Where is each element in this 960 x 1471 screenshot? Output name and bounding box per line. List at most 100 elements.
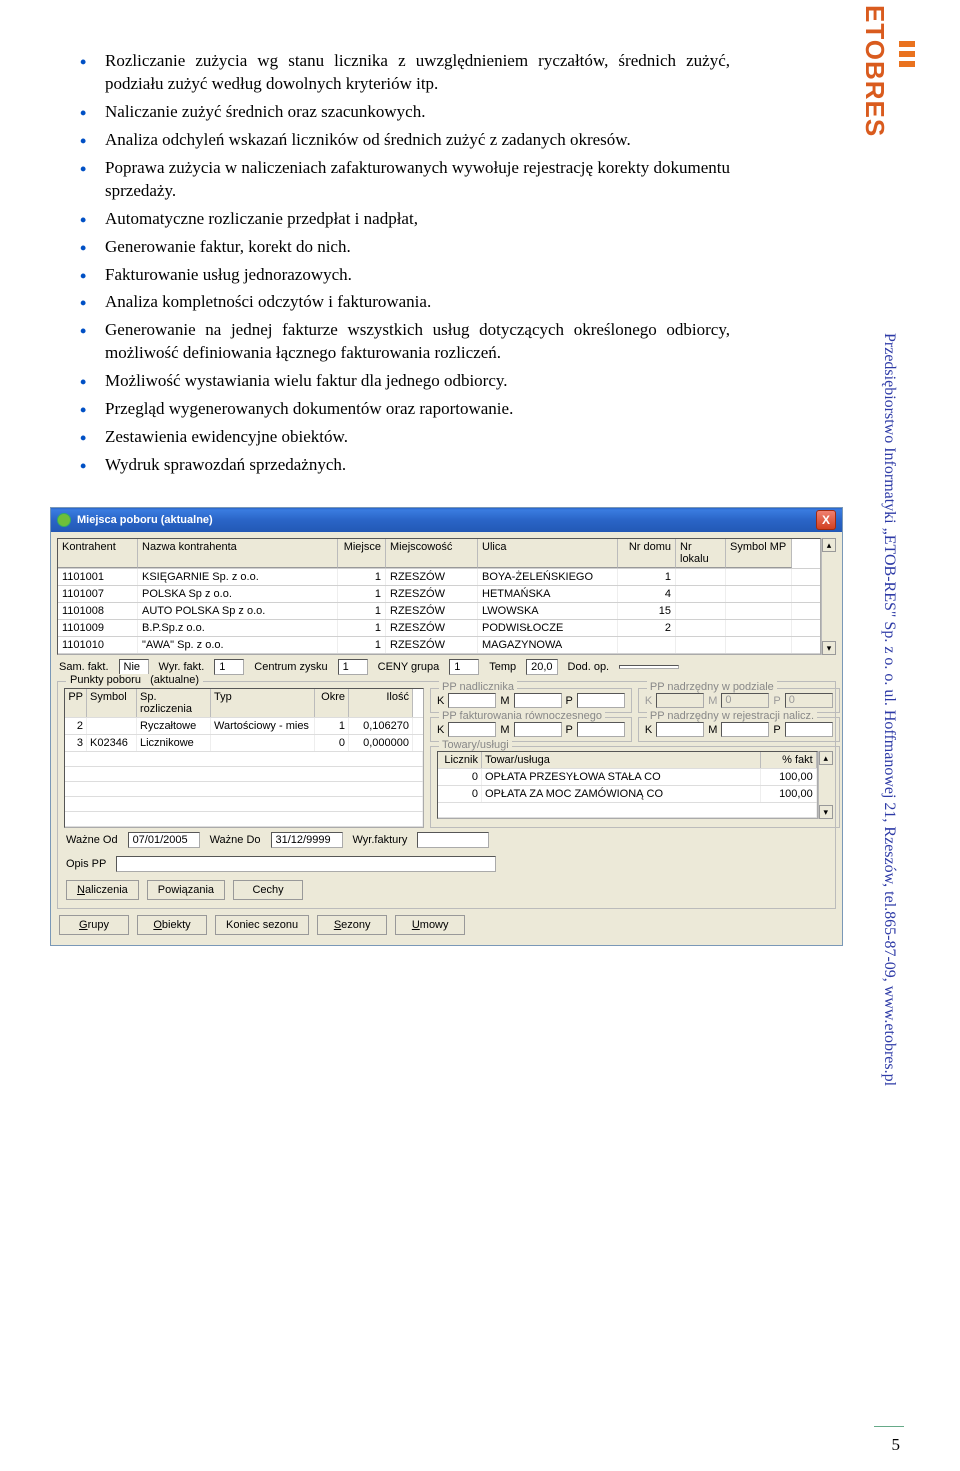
sidebar: ETOBRES Przedsiębiorstwo Informatyki „ET…	[834, 30, 944, 1275]
col-kontrahent[interactable]: Kontrahent	[58, 539, 138, 568]
towary-legend: Towary/usługi	[439, 739, 512, 751]
col-typ[interactable]: Typ	[211, 689, 315, 717]
col-licznik[interactable]: Licznik	[438, 752, 482, 768]
pp-nadrzedny-podziale-legend: PP nadrzędny w podziale	[647, 681, 777, 693]
list-item[interactable]: 2 Ryczałtowe Wartościowy - mies 1 0,1062…	[65, 718, 423, 735]
col-procent-fakt[interactable]: % fakt	[761, 752, 817, 768]
wyrfakt-label: Wyr. fakt.	[159, 661, 205, 673]
bullet-item: Wydruk sprawozdań sprzedażnych.	[80, 454, 730, 477]
titlebar[interactable]: Miejsca poboru (aktualne) X	[51, 508, 842, 532]
opispp-label: Opis PP	[66, 858, 106, 870]
table-row[interactable]: 1101009 B.P.Sp.z o.o. 1 RZESZÓW PODWISŁO…	[58, 620, 820, 637]
waznedo-label: Ważne Do	[210, 834, 261, 846]
samfakt-value: Nie	[119, 659, 149, 675]
k-input-disabled	[656, 693, 704, 708]
waznedo-input[interactable]: 31/12/9999	[271, 832, 343, 848]
pp-fakturowania-legend: PP fakturowania równoczesnego	[439, 710, 605, 722]
bullet-item: Przegląd wygenerowanych dokumentów oraz …	[80, 398, 730, 421]
col-nrdomu[interactable]: Nr domu	[618, 539, 676, 568]
table-row[interactable]: 1101007 POLSKA Sp z o.o. 1 RZESZÓW HETMA…	[58, 586, 820, 603]
col-towar[interactable]: Towar/usługa	[482, 752, 761, 768]
ceny-value: 1	[449, 659, 479, 675]
list-item[interactable]: 0 OPŁATA ZA MOC ZAMÓWIONĄ CO 100,00	[438, 786, 817, 803]
wazneod-label: Ważne Od	[66, 834, 118, 846]
col-symbol-mp[interactable]: Symbol MP	[726, 539, 792, 568]
page-number: 5	[892, 1435, 901, 1455]
samfakt-label: Sam. fakt.	[59, 661, 109, 673]
sezony-button[interactable]: Sezony	[317, 915, 387, 935]
kontrahent-grid[interactable]: Kontrahent Nazwa kontrahenta Miejsce Mie…	[57, 538, 821, 655]
col-okre[interactable]: Okre	[315, 689, 349, 717]
wazneod-input[interactable]: 07/01/2005	[128, 832, 200, 848]
centrum-label: Centrum zysku	[254, 661, 327, 673]
bullet-item: Analiza odchyleń wskazań liczników od śr…	[80, 129, 730, 152]
bullet-item: Fakturowanie usług jednorazowych.	[80, 264, 730, 287]
koniec-sezonu-button[interactable]: Koniec sezonu	[215, 915, 309, 935]
pp-rejestracji-box: PP nadrzędny w rejestracji nalicz. K M P	[638, 717, 840, 742]
logo-icon	[895, 39, 919, 81]
page-number-divider	[874, 1426, 904, 1427]
punkty-poboru-group: Punkty poboru (aktualne) PP Symbol Sp. r…	[57, 681, 836, 909]
bullet-item: Możliwość wystawiania wielu faktur dla j…	[80, 370, 730, 393]
col-miejscowosc[interactable]: Miejscowość	[386, 539, 478, 568]
centrum-value: 1	[338, 659, 368, 675]
bullet-item: Generowanie faktur, korekt do nich.	[80, 236, 730, 259]
cechy-button[interactable]: Cechy	[233, 880, 303, 900]
dodop-label: Dod. op.	[568, 661, 610, 673]
col-ulica[interactable]: Ulica	[478, 539, 618, 568]
scroll-up-icon[interactable]: ▴	[819, 751, 833, 765]
table-row[interactable]: 1101008 AUTO POLSKA Sp z o.o. 1 RZESZÓW …	[58, 603, 820, 620]
punkty-aktualne: (aktualne)	[150, 674, 199, 686]
m-input[interactable]	[514, 693, 562, 708]
opispp-input[interactable]	[116, 856, 496, 872]
window-title: Miejsca poboru (aktualne)	[77, 514, 213, 526]
bullet-item: Poprawa zużycia w naliczeniach zafakturo…	[80, 157, 730, 203]
bullet-item: Naliczanie zużyć średnich oraz szacunkow…	[80, 101, 730, 124]
m-input[interactable]	[514, 722, 562, 737]
towary-scrollbar[interactable]: ▴ ▾	[818, 751, 833, 819]
list-item[interactable]: 0 OPŁATA PRZESYŁOWA STAŁA CO 100,00	[438, 769, 817, 786]
col-nrlok[interactable]: Nr lokalu	[676, 539, 726, 568]
temp-value: 20,0	[526, 659, 557, 675]
k-input[interactable]	[656, 722, 704, 737]
obiekty-button[interactable]: Obiekty	[137, 915, 207, 935]
col-nazwa[interactable]: Nazwa kontrahenta	[138, 539, 338, 568]
feature-bullets: Rozliczanie zużycia wg stanu licznika z …	[50, 50, 730, 477]
table-row[interactable]: 1101001 KSIĘGARNIE Sp. z o.o. 1 RZESZÓW …	[58, 569, 820, 586]
logo: ETOBRES	[859, 5, 919, 115]
col-sprozliczenia[interactable]: Sp. rozliczenia	[137, 689, 211, 717]
dodop-value	[619, 665, 679, 669]
m-input-disabled: 0	[721, 693, 769, 708]
p-input[interactable]	[577, 693, 625, 708]
p-input[interactable]	[577, 722, 625, 737]
wyrfakt-value: 1	[214, 659, 244, 675]
grupy-button[interactable]: Grupy	[59, 915, 129, 935]
col-symbol[interactable]: Symbol	[87, 689, 137, 717]
bullet-item: Zestawienia ewidencyjne obiektów.	[80, 426, 730, 449]
p-input[interactable]	[785, 722, 833, 737]
naliczenia-button[interactable]: Naliczenia	[66, 880, 139, 900]
towary-grid[interactable]: Licznik Towar/usługa % fakt 0 OPŁATA PRZ…	[437, 751, 818, 819]
powiazania-button[interactable]: Powiązania	[147, 880, 225, 900]
bullet-item: Rozliczanie zużycia wg stanu licznika z …	[80, 50, 730, 96]
col-miejsce[interactable]: Miejsce	[338, 539, 386, 568]
k-input[interactable]	[448, 722, 496, 737]
close-button[interactable]: X	[816, 510, 836, 530]
dialog-miejsca-poboru: Miejsca poboru (aktualne) X Kontrahent N…	[50, 507, 843, 946]
pp-nadlicznika-legend: PP nadlicznika	[439, 681, 517, 693]
temp-label: Temp	[489, 661, 516, 673]
umowy-button[interactable]: Umowy	[395, 915, 465, 935]
col-pp[interactable]: PP	[65, 689, 87, 717]
pp-rejestracji-legend: PP nadrzędny w rejestracji nalicz.	[647, 710, 817, 722]
bullet-item: Analiza kompletności odczytów i fakturow…	[80, 291, 730, 314]
p-input-disabled: 0	[785, 693, 833, 708]
k-input[interactable]	[448, 693, 496, 708]
scroll-down-icon[interactable]: ▾	[819, 805, 833, 819]
m-input[interactable]	[721, 722, 769, 737]
punkty-grid[interactable]: PP Symbol Sp. rozliczenia Typ Okre Ilość…	[64, 688, 424, 828]
bullet-item: Generowanie na jednej fakturze wszystkic…	[80, 319, 730, 365]
list-item[interactable]: 3 K02346 Licznikowe 0 0,000000	[65, 735, 423, 752]
wyrfaktury-input[interactable]	[417, 832, 489, 848]
table-row[interactable]: 1101010 "AWA" Sp. z o.o. 1 RZESZÓW MAGAZ…	[58, 637, 820, 654]
col-ilosc[interactable]: Ilość	[349, 689, 413, 717]
